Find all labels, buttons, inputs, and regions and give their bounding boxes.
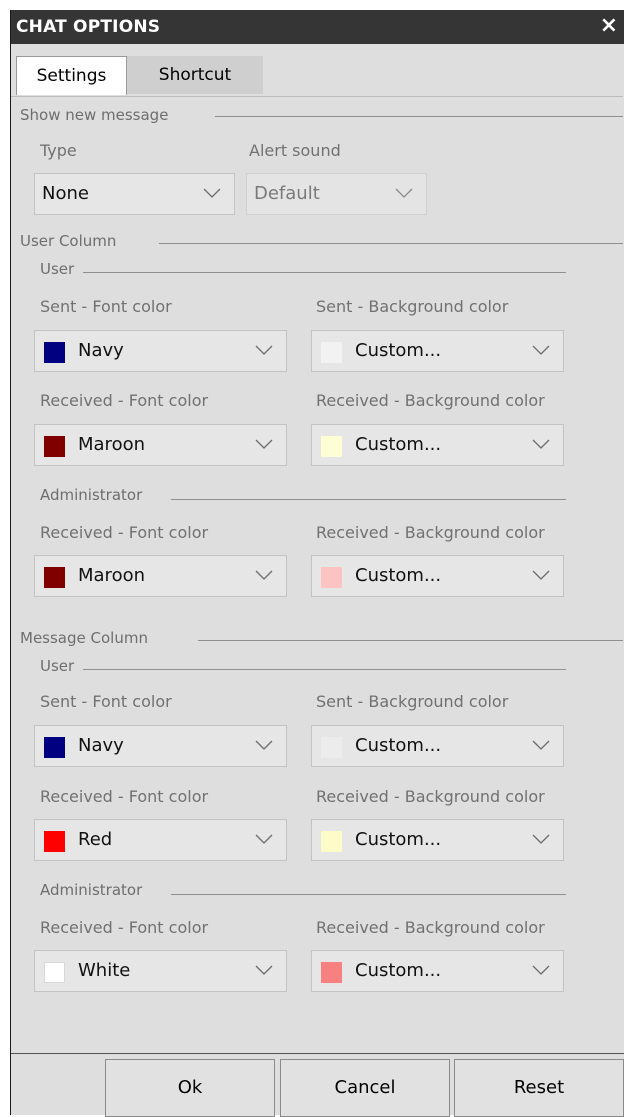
received-background-color-label: Received - Background color — [316, 787, 545, 806]
admin-received-background-color-dropdown[interactable]: Custom... — [311, 555, 564, 597]
chat-options-window: CHAT OPTIONS × Settings Shortcut Show ne… — [10, 10, 624, 1117]
subgroup-title-user: User — [40, 657, 75, 675]
type-dropdown[interactable]: None — [34, 173, 235, 215]
color-swatch — [44, 436, 65, 457]
reset-button[interactable]: Reset — [454, 1059, 624, 1117]
chevron-down-icon — [255, 740, 273, 750]
sent-font-color-label: Sent - Font color — [40, 692, 172, 711]
chevron-down-icon — [203, 188, 221, 198]
msg-sent-font-color-dropdown[interactable]: Navy — [34, 725, 287, 767]
color-swatch — [321, 567, 342, 588]
dropdown-value: Maroon — [78, 434, 145, 455]
type-label: Type — [40, 141, 77, 160]
user-received-background-color-dropdown[interactable]: Custom... — [311, 424, 564, 466]
received-font-color-label: Received - Font color — [40, 391, 209, 410]
group-title-user-column: User Column — [20, 232, 117, 250]
settings-panel: Show new message Type Alert sound None D… — [11, 96, 623, 1054]
color-swatch — [321, 436, 342, 457]
cancel-button[interactable]: Cancel — [280, 1059, 450, 1117]
tab-strip: Settings Shortcut — [11, 56, 624, 96]
alert-sound-label: Alert sound — [249, 141, 341, 160]
subgroup-title-administrator: Administrator — [40, 486, 143, 504]
dropdown-value: Custom... — [355, 340, 442, 361]
dropdown-value: Custom... — [355, 960, 442, 981]
chevron-down-icon — [532, 439, 550, 449]
tab-shortcut[interactable]: Shortcut — [127, 56, 263, 94]
received-font-color-label: Received - Font color — [40, 787, 209, 806]
chevron-down-icon — [255, 570, 273, 580]
color-swatch — [44, 831, 65, 852]
chevron-down-icon — [255, 345, 273, 355]
received-font-color-label: Received - Font color — [40, 918, 209, 937]
sent-background-color-label: Sent - Background color — [316, 692, 509, 711]
group-divider — [159, 243, 623, 244]
group-divider — [215, 116, 623, 117]
type-value: None — [42, 183, 89, 204]
user-sent-background-color-dropdown[interactable]: Custom... — [311, 330, 564, 372]
dropdown-value: Navy — [78, 340, 124, 361]
color-swatch — [44, 737, 65, 758]
subgroup-divider — [83, 669, 566, 670]
close-icon[interactable]: × — [600, 13, 618, 39]
color-swatch — [321, 737, 342, 758]
msg-sent-background-color-dropdown[interactable]: Custom... — [311, 725, 564, 767]
msg-received-background-color-dropdown[interactable]: Custom... — [311, 819, 564, 861]
alert-sound-dropdown[interactable]: Default — [246, 173, 427, 215]
subgroup-title-user: User — [40, 260, 75, 278]
dropdown-value: Maroon — [78, 565, 145, 586]
dropdown-value: Custom... — [355, 565, 442, 586]
chevron-down-icon — [532, 740, 550, 750]
tab-settings[interactable]: Settings — [16, 56, 127, 95]
msg-admin-received-font-color-dropdown[interactable]: White — [34, 950, 287, 992]
sent-background-color-label: Sent - Background color — [316, 297, 509, 316]
color-swatch — [44, 962, 65, 983]
subgroup-title-administrator: Administrator — [40, 881, 143, 899]
chevron-down-icon — [532, 834, 550, 844]
subgroup-divider — [171, 499, 566, 500]
dropdown-value: Custom... — [355, 829, 442, 850]
user-sent-font-color-dropdown[interactable]: Navy — [34, 330, 287, 372]
button-bar: Ok Cancel Reset — [11, 1053, 624, 1117]
msg-admin-received-background-color-dropdown[interactable]: Custom... — [311, 950, 564, 992]
chevron-down-icon — [255, 439, 273, 449]
color-swatch — [44, 342, 65, 363]
chevron-down-icon — [532, 965, 550, 975]
chevron-down-icon — [255, 965, 273, 975]
title-bar: CHAT OPTIONS × — [11, 10, 624, 44]
color-swatch — [321, 962, 342, 983]
dropdown-value: Custom... — [355, 434, 442, 455]
msg-received-font-color-dropdown[interactable]: Red — [34, 819, 287, 861]
dropdown-value: Red — [78, 829, 113, 850]
group-divider — [198, 640, 623, 641]
admin-received-font-color-dropdown[interactable]: Maroon — [34, 555, 287, 597]
subgroup-divider — [83, 272, 566, 273]
sent-font-color-label: Sent - Font color — [40, 297, 172, 316]
dropdown-value: Custom... — [355, 735, 442, 756]
subgroup-divider — [171, 894, 566, 895]
group-title-show-new-message: Show new message — [20, 106, 169, 124]
color-swatch — [44, 567, 65, 588]
color-swatch — [321, 342, 342, 363]
received-background-color-label: Received - Background color — [316, 391, 545, 410]
received-background-color-label: Received - Background color — [316, 523, 545, 542]
received-background-color-label: Received - Background color — [316, 918, 545, 937]
user-received-font-color-dropdown[interactable]: Maroon — [34, 424, 287, 466]
chevron-down-icon — [395, 188, 413, 198]
chevron-down-icon — [532, 570, 550, 580]
alert-sound-value: Default — [254, 183, 320, 204]
chevron-down-icon — [255, 834, 273, 844]
ok-button[interactable]: Ok — [105, 1059, 275, 1117]
dropdown-value: White — [78, 960, 131, 981]
received-font-color-label: Received - Font color — [40, 523, 209, 542]
chevron-down-icon — [532, 345, 550, 355]
group-title-message-column: Message Column — [20, 629, 148, 647]
dropdown-value: Navy — [78, 735, 124, 756]
window-title: CHAT OPTIONS — [16, 17, 161, 37]
color-swatch — [321, 831, 342, 852]
